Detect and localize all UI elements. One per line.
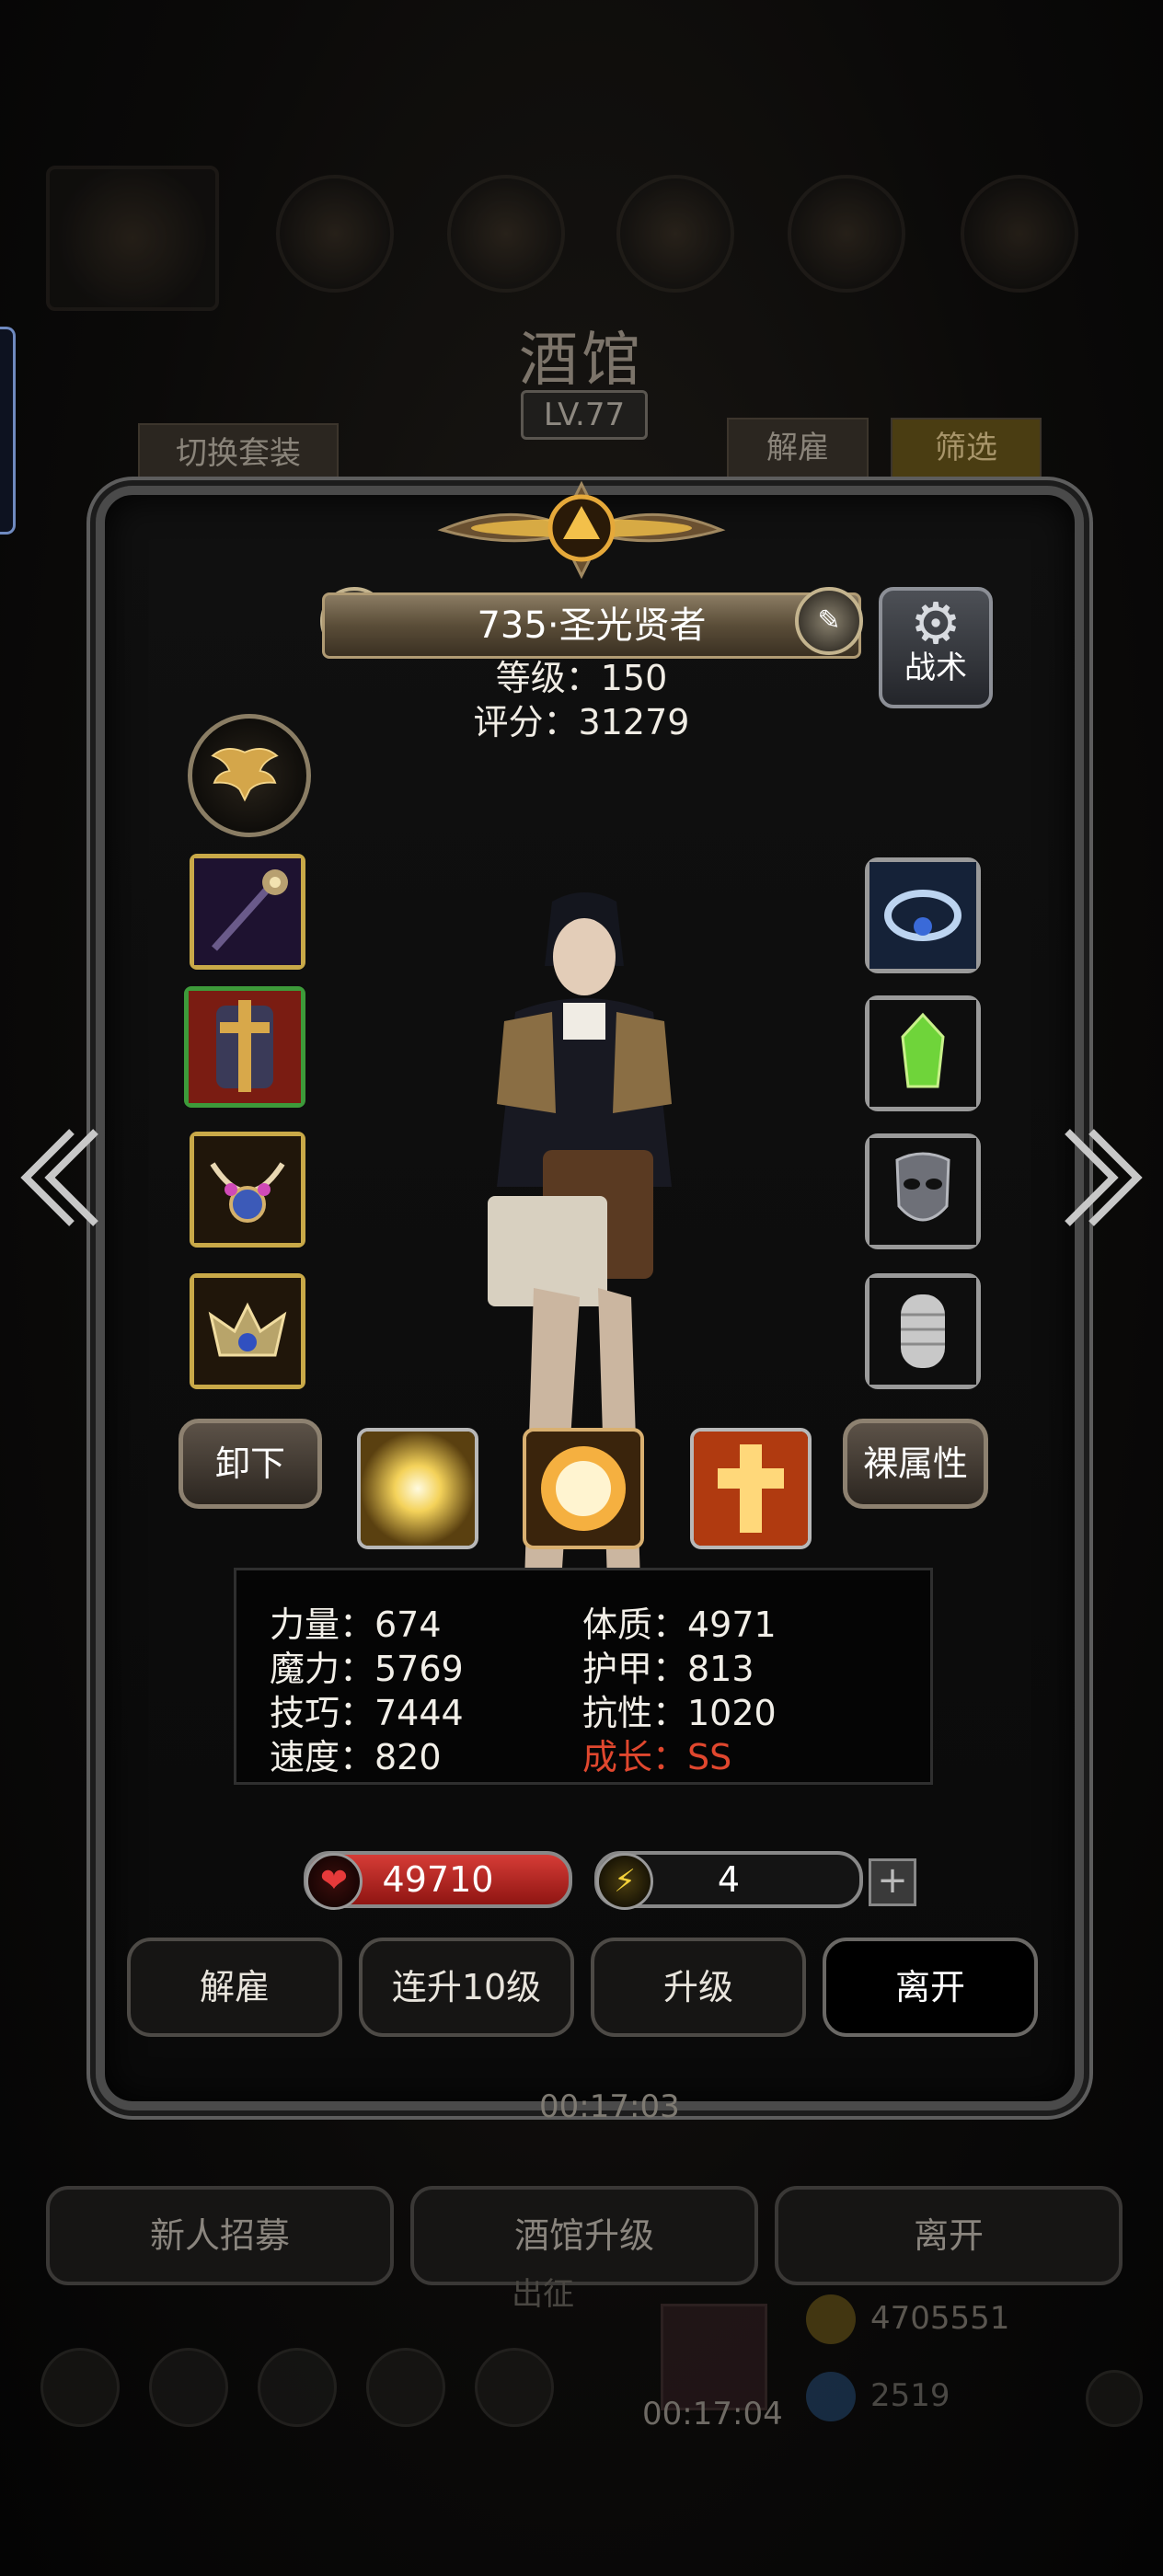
wings-emblem-icon[interactable]: [188, 714, 311, 837]
cloak-slot[interactable]: [865, 1273, 981, 1389]
weapon-slot[interactable]: [190, 854, 305, 970]
bg-nav-icon: [475, 2348, 554, 2427]
previous-hero-arrow-icon[interactable]: [17, 1122, 99, 1233]
bg-menu-icon: [961, 175, 1078, 293]
gem-amount: 2519: [870, 2377, 950, 2414]
green-crystal-icon: [869, 1000, 976, 1107]
bg-menu-icon: [788, 175, 905, 293]
tavern-level-badge: LV.77: [521, 390, 648, 440]
tactics-label: 战术: [904, 650, 967, 686]
bg-nav-icon: [366, 2348, 445, 2427]
holy-orb-icon: [526, 1432, 640, 1546]
gem-icon: [806, 2372, 856, 2421]
level-up-button[interactable]: 升级: [591, 1938, 806, 2037]
level-up-10-button[interactable]: 连升10级: [359, 1938, 574, 2037]
skill-slot-2[interactable]: [523, 1428, 644, 1549]
winged-crown-icon: [194, 1278, 301, 1385]
gear-icon: ⚙: [910, 590, 961, 657]
skill-slot-1[interactable]: [357, 1428, 478, 1549]
lightning-icon: ⚡: [596, 1853, 653, 1910]
tavern-upgrade-button[interactable]: 酒馆升级: [410, 2186, 758, 2285]
bg-nav-icon: [40, 2348, 120, 2427]
dismiss-button[interactable]: 解雇: [127, 1938, 342, 2037]
next-hero-arrow-icon[interactable]: [1064, 1122, 1146, 1233]
mask-slot[interactable]: [865, 1133, 981, 1249]
filter-tab[interactable]: 筛选: [891, 418, 1042, 478]
jeweled-necklace-icon: [194, 1136, 301, 1243]
ring-slot[interactable]: [865, 857, 981, 973]
dismiss-tab[interactable]: 解雇: [727, 418, 869, 478]
bg-menu-icon: [616, 175, 734, 293]
leave-button[interactable]: 离开: [823, 1938, 1038, 2037]
gift-box-icon: [661, 2304, 767, 2410]
armor-slot[interactable]: [184, 986, 305, 1108]
stats-panel: 力量：674 魔力：5769 技巧：7444 速度：820 体质：4971 护甲…: [234, 1568, 933, 1785]
chainmail-icon: [869, 1278, 976, 1385]
stat-skill: 技巧：7444: [270, 1693, 464, 1733]
expedition-label: 出征: [512, 2276, 574, 2313]
holy-cross-icon: [694, 1432, 808, 1546]
add-energy-button[interactable]: +: [869, 1858, 916, 1906]
switch-set-tab[interactable]: 切换套装: [138, 423, 339, 484]
heart-icon: ❤: [305, 1853, 363, 1910]
bg-timer-bottom: 00:17:04: [642, 2396, 783, 2432]
bg-nav-icon: [149, 2348, 228, 2427]
stat-growth: 成长：SS: [582, 1737, 732, 1777]
blue-ring-icon: [869, 862, 976, 969]
hero-level: 等级：150: [495, 658, 668, 698]
stat-speed: 速度：820: [270, 1737, 442, 1777]
bg-menu-icon: [276, 175, 394, 293]
hero-portrait-icon: [46, 166, 219, 311]
bg-nav-icon: [258, 2348, 337, 2427]
stat-armor: 护甲：813: [582, 1649, 754, 1689]
tactics-button[interactable]: ⚙ 战术: [879, 587, 993, 708]
bg-add-icon: [1086, 2370, 1143, 2427]
rename-button[interactable]: ✎: [795, 587, 863, 655]
crest-emblem-icon: [437, 480, 726, 580]
stat-strength: 力量：674: [270, 1604, 442, 1645]
bg-leave-button[interactable]: 离开: [775, 2186, 1123, 2285]
unequip-button[interactable]: 卸下: [178, 1419, 322, 1509]
tavern-title: 酒馆: [519, 327, 644, 395]
stat-magic: 魔力：5769: [270, 1649, 464, 1689]
bg-timer-top: 00:17:03: [539, 2088, 680, 2125]
base-attributes-button[interactable]: 裸属性: [843, 1419, 988, 1509]
stat-resistance: 抗性：1020: [582, 1693, 777, 1733]
gold-amount: 4705551: [870, 2300, 1010, 2337]
mask-icon: [869, 1138, 976, 1245]
holy-armor-icon: [189, 991, 301, 1103]
gold-coin-icon: [806, 2294, 856, 2344]
hero-score: 评分：31279: [473, 702, 690, 742]
bg-menu-icon: [447, 175, 565, 293]
trinket-slot[interactable]: [865, 995, 981, 1111]
recruit-button[interactable]: 新人招募: [46, 2186, 394, 2285]
helmet-slot[interactable]: [190, 1273, 305, 1389]
side-drawer-tab[interactable]: [0, 327, 16, 535]
staff-icon: [194, 858, 301, 965]
skill-slot-3[interactable]: [690, 1428, 812, 1549]
stat-constitution: 体质：4971: [582, 1604, 777, 1645]
necklace-slot[interactable]: [190, 1132, 305, 1248]
golden-burst-icon: [361, 1432, 475, 1546]
